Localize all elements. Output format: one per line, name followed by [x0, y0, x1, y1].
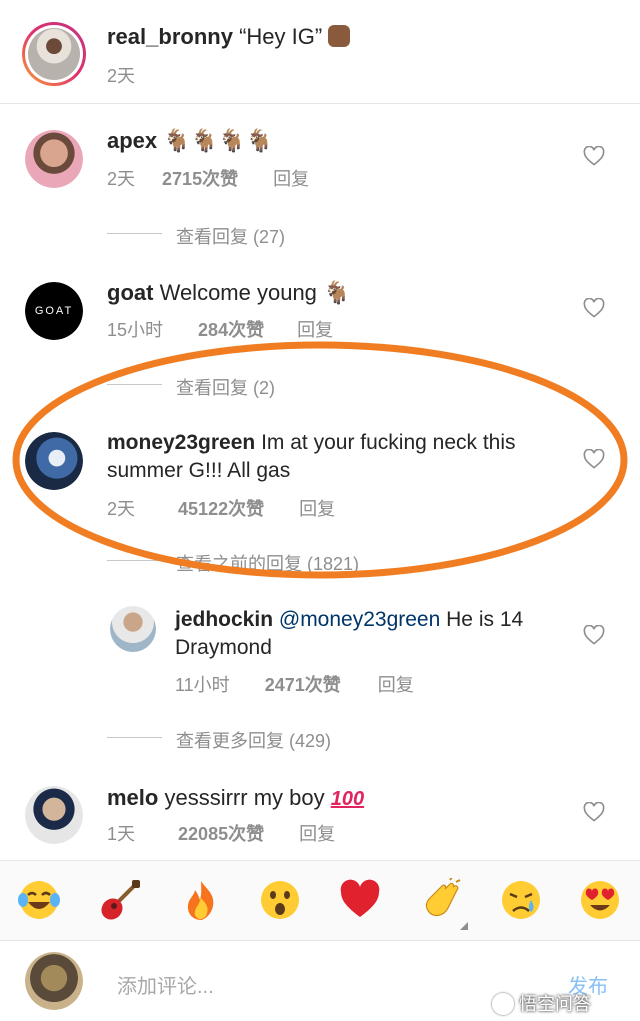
comment-text: goat Welcome young 🐐	[107, 278, 350, 308]
comment-meta: 1天 22085次赞 回复	[107, 820, 335, 846]
comment-body: Welcome young	[159, 280, 317, 305]
reply-meta: 11小时 2471次赞 回复	[175, 671, 414, 697]
reply-text: jedhockin @money23green He is 14 Draymon…	[175, 606, 523, 662]
comment-likes[interactable]: 22085次赞	[178, 824, 264, 844]
goat-icon: 🐐	[323, 280, 351, 305]
emoji-expand-corner	[460, 922, 468, 930]
reply-username[interactable]: jedhockin	[175, 608, 273, 631]
caption-time: 2天	[107, 66, 136, 86]
caption-avatar[interactable]	[22, 22, 86, 86]
mention-link[interactable]: @money23green	[279, 608, 440, 631]
fire-icon[interactable]	[179, 878, 223, 922]
comment-likes[interactable]: 2715次赞	[162, 169, 238, 189]
emoji-bar	[0, 861, 640, 941]
heart-icon[interactable]	[583, 625, 605, 645]
comment-text: melo yesssirrr my boy 100	[107, 783, 364, 814]
guitar-icon[interactable]	[98, 878, 142, 922]
caption-text: real_bronny “Hey IG”	[107, 22, 351, 52]
replies-line	[107, 737, 162, 738]
red-heart-icon[interactable]	[338, 878, 382, 922]
highlight-ellipse	[12, 341, 628, 579]
my-avatar	[25, 952, 83, 1010]
heart-eyes-icon[interactable]	[578, 878, 622, 922]
comment-input[interactable]: 添加评论...	[105, 958, 545, 1004]
astonished-face-icon[interactable]	[258, 878, 302, 922]
comment-username[interactable]: goat	[107, 280, 153, 305]
clapping-hands-icon[interactable]	[420, 878, 464, 922]
comment-time: 1天	[107, 824, 136, 844]
comment-time: 2天	[107, 169, 136, 189]
composer-divider	[0, 940, 640, 941]
avatar[interactable]: GOAT	[25, 282, 83, 340]
comment-username[interactable]: melo	[107, 785, 158, 810]
comment-body: yesssirrr my boy	[164, 785, 325, 810]
hundred-points-icon: 100	[330, 788, 365, 810]
heart-icon[interactable]	[583, 146, 605, 166]
comment-text: apex 🐐🐐🐐🐐	[107, 126, 273, 156]
reply-button[interactable]: 回复	[273, 169, 309, 189]
replies-line	[107, 233, 162, 234]
view-replies-link[interactable]: 查看回复 (27)	[176, 223, 285, 249]
tears-of-joy-icon[interactable]	[17, 878, 61, 922]
reply-body-cont: Draymond	[175, 636, 272, 659]
comment-meta: 2天 2715次赞 回复	[107, 165, 309, 191]
reply-likes[interactable]: 2471次赞	[265, 675, 341, 695]
caption-body: “Hey IG”	[239, 24, 323, 49]
goat-logo-text: GOAT	[34, 305, 74, 317]
watermark-logo-icon	[492, 993, 514, 1015]
reply-time: 11小时	[175, 675, 230, 695]
heart-icon[interactable]	[583, 802, 605, 822]
goat-icon: 🐐🐐🐐🐐	[163, 128, 273, 153]
reply-button[interactable]: 回复	[299, 824, 335, 844]
comment-username[interactable]: apex	[107, 128, 157, 153]
watermark: 悟空问答	[492, 990, 591, 1016]
watermark-text: 悟空问答	[519, 994, 592, 1014]
avatar[interactable]	[25, 786, 83, 844]
view-more-replies-link[interactable]: 查看更多回复 (429)	[176, 727, 331, 753]
sad-relieved-face-icon[interactable]	[499, 878, 543, 922]
heart-icon[interactable]	[583, 298, 605, 318]
reply-button[interactable]: 回复	[378, 675, 414, 695]
caption-divider	[0, 103, 640, 104]
avatar[interactable]	[25, 130, 83, 188]
comment-input-placeholder: 添加评论...	[117, 976, 214, 998]
avatar[interactable]	[110, 606, 156, 652]
reply-body: He is 14	[446, 608, 524, 631]
caption-username[interactable]: real_bronny	[107, 24, 233, 49]
waving-hand-icon	[328, 25, 351, 47]
